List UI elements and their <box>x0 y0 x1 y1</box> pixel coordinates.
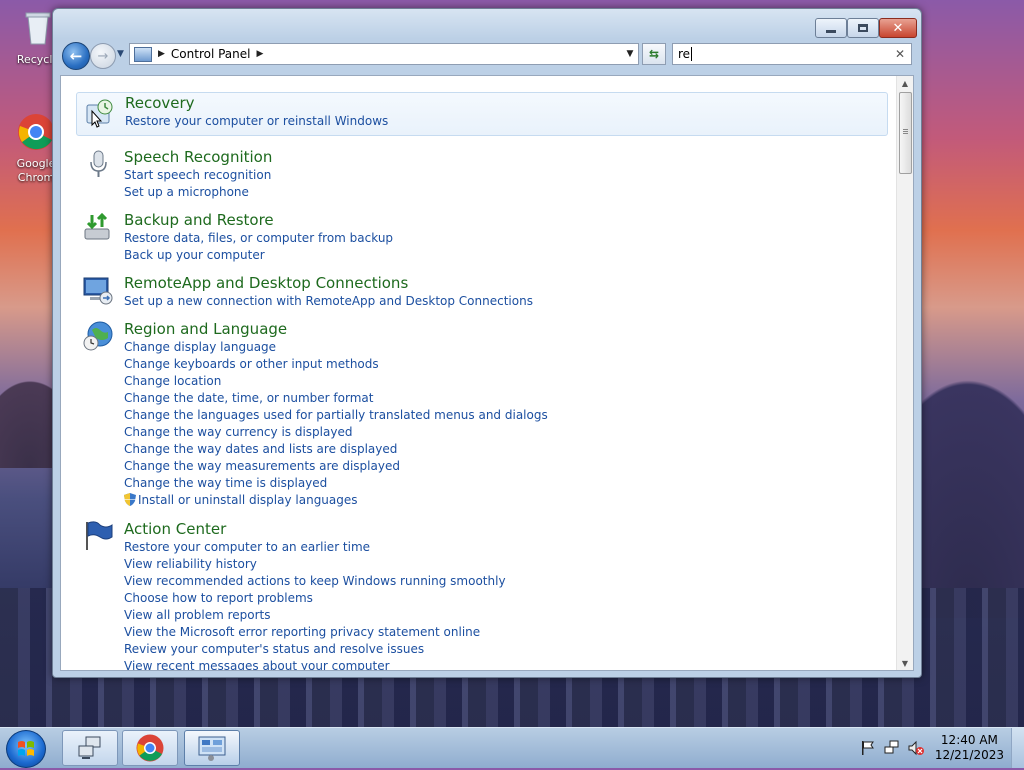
clock-time: 12:40 AM <box>940 733 998 747</box>
address-history-dropdown[interactable]: ▼ <box>621 43 639 65</box>
task-link[interactable]: View reliability history <box>124 557 257 571</box>
microphone-icon <box>90 150 107 177</box>
search-input-value: re <box>678 47 691 61</box>
task-link[interactable]: Install or uninstall display languages <box>138 493 358 507</box>
scrollbar-thumb[interactable] <box>899 92 912 174</box>
task-link[interactable]: View all problem reports <box>124 608 271 622</box>
task-link[interactable]: View the Microsoft error reporting priva… <box>124 625 480 639</box>
remote-desktop-icon <box>83 277 113 305</box>
vertical-scrollbar[interactable]: ▲ ▼ <box>896 76 913 670</box>
task-link[interactable]: Set up a new connection with RemoteApp a… <box>124 294 533 308</box>
forward-button[interactable]: → <box>90 43 116 69</box>
result-group-action-center: Action Center Restore your computer to a… <box>76 520 886 670</box>
search-results-pane: Recovery Restore your computer or reinst… <box>60 75 914 671</box>
system-clock[interactable]: 12:40 AM 12/21/2023 <box>935 733 1004 763</box>
grip-icon <box>903 129 908 130</box>
task-link[interactable]: Change keyboards or other input methods <box>124 357 379 371</box>
result-group-region-and-language: Region and Language Change display langu… <box>76 320 886 510</box>
back-button[interactable]: ← <box>62 42 90 70</box>
group-title[interactable]: RemoteApp and Desktop Connections <box>124 274 408 292</box>
action-center-flag-icon[interactable] <box>860 740 876 756</box>
recovery-icon <box>86 99 113 128</box>
result-group-speech-recognition: Speech Recognition Start speech recognit… <box>76 148 886 204</box>
task-link[interactable]: Change the way currency is displayed <box>124 425 352 439</box>
volume-muted-icon[interactable] <box>908 740 924 756</box>
navigation-bar: ← → ▼ ▶ Control Panel ▶ ▼ ⇆ re ✕ <box>53 41 921 70</box>
control-panel-icon <box>198 736 226 761</box>
refresh-button[interactable]: ⇆ <box>642 43 666 65</box>
task-link[interactable]: Set up a microphone <box>124 185 249 199</box>
network-computer-icon <box>78 736 101 759</box>
task-link[interactable]: Back up your computer <box>124 248 265 262</box>
task-link[interactable]: View recommended actions to keep Windows… <box>124 574 506 588</box>
clear-search-icon[interactable]: ✕ <box>895 47 905 61</box>
minimize-icon <box>826 29 836 33</box>
network-icon[interactable] <box>884 740 900 756</box>
close-icon: ✕ <box>892 20 904 36</box>
action-center-flag-icon <box>86 521 113 550</box>
scroll-down-arrow-icon[interactable]: ▼ <box>897 656 913 670</box>
task-link[interactable]: View recent messages about your computer <box>124 659 390 670</box>
task-link[interactable]: Restore your computer or reinstall Windo… <box>125 114 388 128</box>
backup-restore-icon <box>84 212 110 240</box>
taskbar-chrome-button[interactable] <box>122 730 178 766</box>
task-link[interactable]: Review your computer's status and resolv… <box>124 642 424 656</box>
chrome-icon <box>18 114 54 150</box>
address-bar[interactable]: ▶ Control Panel ▶ <box>129 43 639 65</box>
chevron-right-icon[interactable]: ▶ <box>257 49 264 59</box>
chevron-right-icon[interactable]: ▶ <box>158 49 165 59</box>
group-title[interactable]: Speech Recognition <box>124 148 272 166</box>
task-link[interactable]: Change the languages used for partially … <box>124 408 548 422</box>
result-group-recovery[interactable]: Recovery Restore your computer or reinst… <box>76 92 888 136</box>
task-link[interactable]: Change the way dates and lists are displ… <box>124 442 397 456</box>
windows-logo-icon <box>18 741 34 756</box>
task-link[interactable]: Change the way time is displayed <box>124 476 327 490</box>
clock-date: 12/21/2023 <box>934 748 1004 762</box>
text-caret <box>691 47 693 61</box>
control-panel-icon <box>134 46 152 62</box>
group-title[interactable]: Action Center <box>124 520 226 538</box>
group-title[interactable]: Region and Language <box>124 320 287 338</box>
maximize-icon <box>858 24 868 32</box>
search-input[interactable]: re ✕ <box>672 43 912 65</box>
minimize-button[interactable] <box>815 18 847 38</box>
start-button[interactable] <box>6 730 46 768</box>
result-group-remoteapp: RemoteApp and Desktop Connections Set up… <box>76 274 886 312</box>
scroll-up-arrow-icon[interactable]: ▲ <box>897 76 913 90</box>
task-link[interactable]: Change the way measurements are displaye… <box>124 459 400 473</box>
recent-pages-dropdown[interactable]: ▼ <box>117 49 124 59</box>
arrow-right-icon: → <box>97 48 109 64</box>
show-desktop-button[interactable] <box>1011 728 1024 768</box>
group-title[interactable]: Recovery <box>125 94 195 112</box>
uac-shield-icon <box>124 493 136 506</box>
title-bar[interactable]: ✕ <box>53 9 921 39</box>
task-link[interactable]: Restore data, files, or computer from ba… <box>124 231 393 245</box>
close-button[interactable]: ✕ <box>879 18 917 38</box>
refresh-icon: ⇆ <box>648 47 660 61</box>
taskbar-network-button[interactable] <box>62 730 118 766</box>
task-link[interactable]: Restore your computer to an earlier time <box>124 540 370 554</box>
chrome-icon <box>136 734 164 762</box>
control-panel-window: ✕ ← → ▼ ▶ Control Panel ▶ ▼ ⇆ re ✕ Recov… <box>52 8 922 678</box>
globe-clock-icon <box>83 321 113 351</box>
result-group-backup-and-restore: Backup and Restore Restore data, files, … <box>76 211 886 267</box>
task-link[interactable]: Choose how to report problems <box>124 591 313 605</box>
breadcrumb-control-panel[interactable]: Control Panel <box>171 47 251 61</box>
group-title[interactable]: Backup and Restore <box>124 211 274 229</box>
arrow-left-icon: ← <box>69 47 83 65</box>
taskbar: 12:40 AM 12/21/2023 <box>0 727 1024 768</box>
maximize-button[interactable] <box>847 18 879 38</box>
task-link[interactable]: Change location <box>124 374 221 388</box>
taskbar-control-panel-button[interactable] <box>184 730 240 766</box>
task-link[interactable]: Change the date, time, or number format <box>124 391 373 405</box>
notification-area: 12:40 AM 12/21/2023 <box>858 728 1024 768</box>
task-link[interactable]: Start speech recognition <box>124 168 271 182</box>
task-link[interactable]: Change display language <box>124 340 276 354</box>
